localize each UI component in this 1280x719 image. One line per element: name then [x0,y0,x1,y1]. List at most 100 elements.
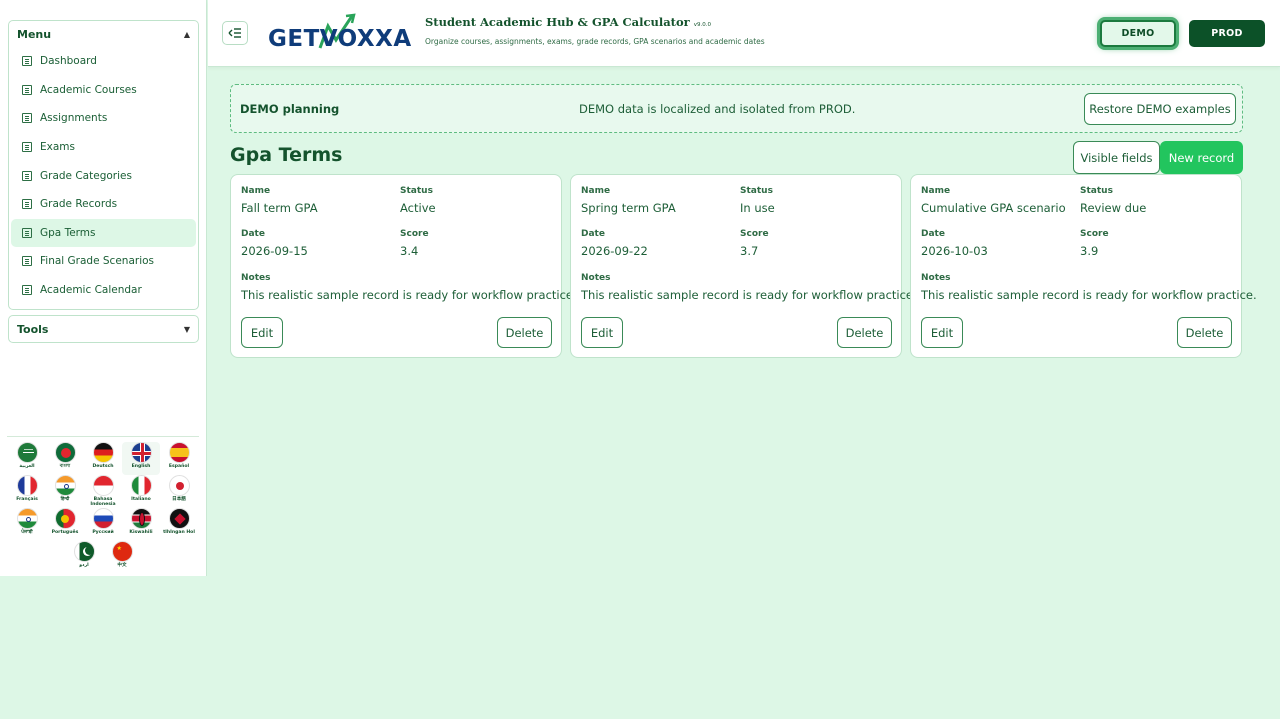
china-flag-icon: ★ [111,541,133,562]
language-label: Bahasa Indonesia [90,497,116,507]
field-label: Name [241,186,271,196]
page-title: Gpa Terms [230,144,343,166]
field-label: Date [921,229,945,239]
list-icon [22,199,32,210]
delete-button[interactable]: Delete [837,317,892,348]
field-label: Score [740,229,769,239]
tools-section[interactable]: Tools ▼ [8,315,199,343]
score-field: Score 3.4 [400,229,429,258]
language-urdu[interactable]: اردو [65,541,103,574]
menu-title: Menu [17,27,52,41]
saudi-flag-icon [16,442,38,463]
language-indonesian[interactable]: Bahasa Indonesia [84,475,122,508]
field-value: Review due [1080,201,1147,215]
visible-fields-button[interactable]: Visible fields [1073,141,1160,174]
sidebar-item-academic-courses[interactable]: Academic Courses [11,76,196,105]
language-klingon[interactable]: tlhIngan Hol [160,508,198,541]
sidebar-item-assignments[interactable]: Assignments [11,104,196,133]
status-field: Status Active [400,186,436,215]
date-field: Date 2026-09-22 [581,229,648,258]
sidebar-item-final-grade-scenarios[interactable]: Final Grade Scenarios [11,247,196,276]
list-icon [22,227,32,238]
india-flag-icon [16,508,38,529]
edit-button[interactable]: Edit [581,317,623,348]
sidebar-item-gpa-terms[interactable]: Gpa Terms [11,218,196,248]
language-label: Deutsch [92,464,114,469]
collapse-icon [228,28,241,38]
sidebar-item-label: Grade Categories [40,169,132,182]
language-portuguese[interactable]: Português [46,508,84,541]
field-label: Status [740,186,773,196]
sidebar-item-grade-categories[interactable]: Grade Categories [11,161,196,190]
sidebar-item-academic-calendar[interactable]: Academic Calendar [11,276,196,305]
banner-text: DEMO data is localized and isolated from… [579,102,856,116]
demo-env-button[interactable]: DEMO [1100,20,1176,47]
app-header: GETVOXXA Student Academic Hub & GPA Calc… [208,0,1280,67]
status-field: Status Review due [1080,186,1146,215]
language-english[interactable]: English [122,442,160,475]
japan-flag-icon [168,475,190,496]
language-chinese[interactable]: ★ 中文 [103,541,141,574]
field-label: Notes [241,273,271,283]
field-value: Cumulative GPA scenario [921,201,1066,215]
field-value: Spring term GPA [581,201,676,215]
collapse-sidebar-button[interactable] [222,21,248,45]
language-german[interactable]: Deutsch [84,442,122,475]
prod-env-button[interactable]: PROD [1189,20,1265,47]
language-italian[interactable]: Italiano [122,475,160,508]
list-icon [22,170,32,181]
menu-header[interactable]: Menu ▲ [9,21,198,47]
sidebar-item-label: Exams [40,141,75,154]
edit-button[interactable]: Edit [241,317,283,348]
language-hindi[interactable]: हिन्दी [46,475,84,508]
record-card: Name Fall term GPA Status Active Date 2026-… [230,174,577,358]
collapse-caret-icon[interactable]: ▲ [184,30,190,39]
record-card: Name Cumulative GPA scenario Status Review… [910,174,1257,358]
banner-label: DEMO planning [240,102,340,116]
menu-list: Dashboard Academic Courses Assignments E… [9,47,198,304]
date-field: Date 2026-09-15 [241,229,308,258]
field-value: In use [740,201,775,215]
language-spanish[interactable]: Español [160,442,198,475]
field-label: Notes [921,273,951,283]
list-icon [22,113,32,124]
list-icon [22,285,32,296]
language-label: हिन्दी [60,497,70,502]
new-record-button[interactable]: New record [1160,141,1243,174]
language-punjabi[interactable]: ਪੰਜਾਬੀ [8,508,46,541]
delete-button[interactable]: Delete [1177,317,1232,348]
edit-button[interactable]: Edit [921,317,963,348]
language-french[interactable]: Français [8,475,46,508]
logo-text: GETVOXXA [268,26,412,52]
kenya-flag-icon [130,508,152,529]
field-label: Name [581,186,611,196]
notes-field: Notes This realistic sample record is rea… [581,273,917,302]
spain-flag-icon [168,442,190,463]
language-swahili[interactable]: Kiswahili [122,508,160,541]
sidebar-item-label: Academic Calendar [40,284,142,297]
language-label: বাংলা [59,464,71,469]
sidebar-item-exams[interactable]: Exams [11,133,196,162]
language-russian[interactable]: Русский [84,508,122,541]
indonesia-flag-icon [92,475,114,496]
restore-demo-button[interactable]: Restore DEMO examples [1084,93,1236,125]
app-title-text: Student Academic Hub & GPA Calculator [425,15,690,29]
india-flag-icon [54,475,76,496]
list-icon [22,256,32,267]
language-arabic[interactable]: العربية [8,442,46,475]
app-subtitle: Organize courses, assignments, exams, gr… [425,37,765,46]
sidebar-item-grade-records[interactable]: Grade Records [11,190,196,219]
language-label: Español [168,464,190,469]
language-bangla[interactable]: বাংলা [46,442,84,475]
pakistan-flag-icon [73,541,95,562]
field-label: Status [400,186,433,196]
delete-button[interactable]: Delete [497,317,552,348]
language-label: 中文 [117,563,127,568]
sidebar-item-dashboard[interactable]: Dashboard [11,47,196,76]
expand-caret-icon[interactable]: ▼ [184,325,190,334]
sidebar-item-label: Grade Records [40,198,118,211]
language-label: 日本語 [172,497,186,502]
field-value: Active [400,201,436,215]
language-japanese[interactable]: 日本語 [160,475,198,508]
field-label: Date [581,229,605,239]
